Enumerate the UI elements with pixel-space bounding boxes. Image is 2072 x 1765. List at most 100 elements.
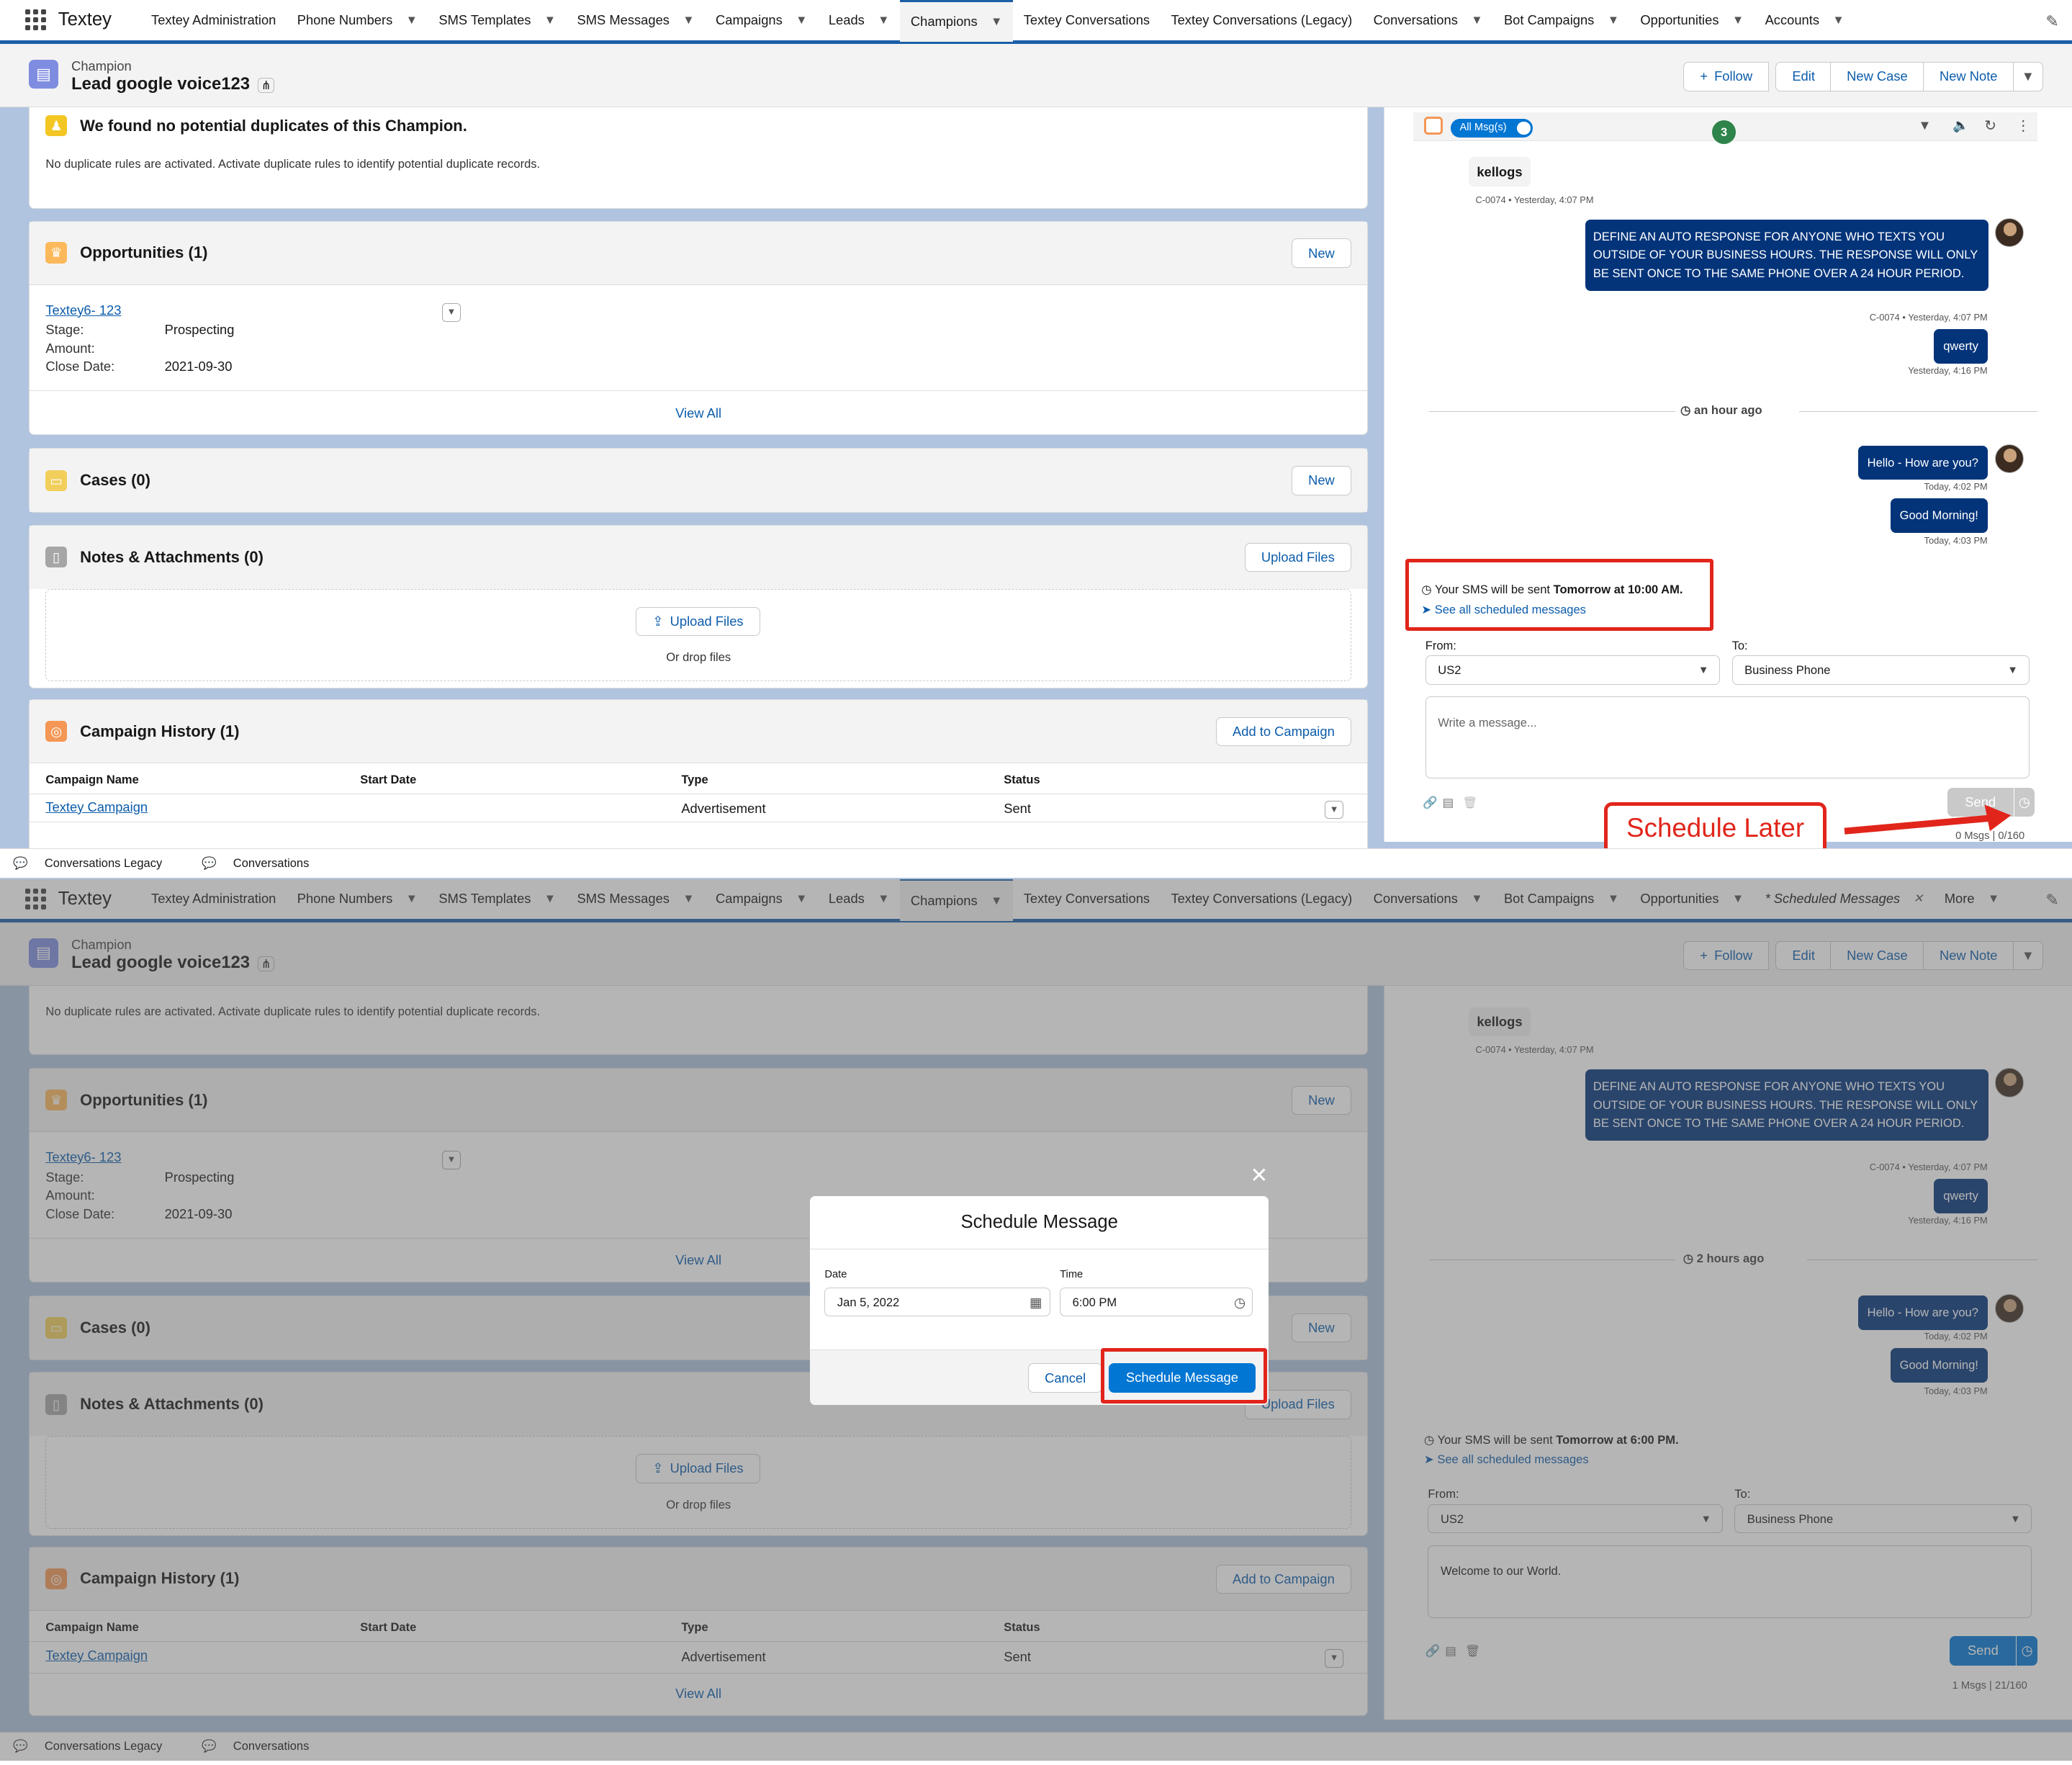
opportunities-title: Opportunities (1) xyxy=(80,243,208,262)
chevron-down-icon[interactable]: ▼ xyxy=(1732,13,1744,27)
row-actions-icon[interactable]: ▼ xyxy=(1325,800,1343,819)
chat-app-icon xyxy=(1423,116,1443,135)
schedule-later-annotation: Schedule Later xyxy=(1604,802,1826,855)
add-to-campaign-button[interactable]: Add to Campaign xyxy=(1216,717,1351,747)
view-all-opportunities[interactable]: View All xyxy=(30,405,1366,421)
chevron-down-icon[interactable]: ▼ xyxy=(1471,13,1482,27)
speaker-icon[interactable]: 🔈 xyxy=(1952,117,1969,133)
cases-title: Cases (0) xyxy=(80,471,150,490)
stage-value: Prospecting xyxy=(164,322,235,338)
tab-textey-conversations-legacy[interactable]: Textey Conversations (Legacy) xyxy=(1161,0,1363,42)
new-case-button[interactable]: New Case xyxy=(1830,62,1924,91)
refresh-icon[interactable]: ↻ xyxy=(1984,117,1996,135)
message-meta: Yesterday, 4:16 PM xyxy=(1908,364,1988,376)
chevron-down-icon[interactable]: ▼ xyxy=(1832,13,1844,27)
opportunities-header: ♛ Opportunities (1) New xyxy=(30,221,1367,285)
tab-textey-conversations[interactable]: Textey Conversations xyxy=(1013,0,1161,42)
date-input[interactable]: Jan 5, 2022 ▦ xyxy=(824,1287,1051,1317)
modal-close-icon[interactable]: ✕ xyxy=(1250,1163,1268,1188)
campaign-history-card: ◎ Campaign History (1) Add to Campaign C… xyxy=(29,699,1368,858)
col-type: Type xyxy=(681,772,708,786)
follow-button[interactable]: + Follow xyxy=(1683,62,1770,91)
date-label: Date xyxy=(824,1269,847,1281)
contact-bubble: kellogs xyxy=(1469,157,1531,187)
tab-phone-numbers[interactable]: Phone Numbers ▼ xyxy=(287,0,428,42)
chevron-down-icon[interactable]: ▼ xyxy=(683,13,694,27)
edit-nav-icon[interactable]: ✎ xyxy=(2045,12,2058,31)
chevron-down-icon[interactable]: ▼ xyxy=(878,13,889,27)
contact-meta: C-0074 • Yesterday, 4:07 PM xyxy=(1475,194,1594,205)
time-input[interactable]: 6:00 PM ◷ xyxy=(1060,1287,1253,1317)
file-drop-zone[interactable]: ⇪ Upload Files Or drop files xyxy=(45,588,1351,682)
upload-icon: ⇪ xyxy=(652,613,664,629)
utility-bar: 💬 Conversations Legacy 💬 Conversations xyxy=(0,848,2072,878)
tab-champions[interactable]: Champions ▼ xyxy=(900,0,1014,42)
utility-conversations-legacy[interactable]: 💬 Conversations Legacy xyxy=(13,856,175,871)
all-msgs-toggle[interactable]: All Msg(s) xyxy=(1450,119,1533,138)
chat-panel: All Msg(s) 3 ▼ 🔈 ↻ ⋮ kellogs C-0074 • Ye… xyxy=(1383,107,2072,843)
notes-card: ▯ Notes & Attachments (0) Upload Files ⇪… xyxy=(29,524,1368,689)
tab-bot-campaigns[interactable]: Bot Campaigns ▼ xyxy=(1493,0,1629,42)
chevron-down-icon[interactable]: ▼ xyxy=(544,13,556,27)
more-icon[interactable]: ⋮ xyxy=(2016,117,2030,135)
attach-icon[interactable]: 🔗 xyxy=(1423,796,1438,810)
new-opportunity-button[interactable]: New xyxy=(1292,238,1351,268)
tab-textey-administration[interactable]: Textey Administration xyxy=(140,0,287,42)
new-case-card-button[interactable]: New xyxy=(1292,466,1351,495)
campaign-status: Sent xyxy=(1004,800,1031,816)
to-select[interactable]: Business Phone ▼ xyxy=(1731,655,2030,685)
utility-conversations[interactable]: 💬 Conversations xyxy=(202,856,322,871)
calendar-icon[interactable]: ▦ xyxy=(1030,1288,1042,1317)
duplicate-icon: ♟ xyxy=(45,114,67,137)
from-select[interactable]: US2 ▼ xyxy=(1425,655,1721,685)
message-input[interactable]: Write a message... xyxy=(1425,696,2030,779)
record-type: Champion xyxy=(71,58,132,73)
tab-accounts[interactable]: Accounts ▼ xyxy=(1755,0,1855,42)
cancel-button[interactable]: Cancel xyxy=(1028,1363,1103,1393)
stage-label: Stage: xyxy=(45,322,84,338)
clock-icon[interactable]: ◷ xyxy=(1234,1288,1246,1317)
message-meta: Today, 4:02 PM xyxy=(1924,481,1988,493)
new-note-button[interactable]: New Note xyxy=(1922,62,2014,91)
document-icon: ▯ xyxy=(45,547,67,568)
tab-conversations[interactable]: Conversations ▼ xyxy=(1363,0,1493,42)
filter-icon[interactable]: ▼ xyxy=(1918,117,1931,133)
template-icon[interactable]: ▤ xyxy=(1443,796,1454,810)
tab-sms-templates[interactable]: SMS Templates ▼ xyxy=(428,0,567,42)
tab-sms-messages[interactable]: SMS Messages ▼ xyxy=(567,0,706,42)
time-label: Time xyxy=(1060,1269,1084,1281)
from-label: From: xyxy=(1425,638,1456,652)
record-actions: + Follow Edit New Case New Note ▼ xyxy=(1683,62,2043,91)
upload-files-inner-button[interactable]: ⇪ Upload Files xyxy=(636,606,760,637)
col-status: Status xyxy=(1004,772,1040,786)
campaign-link[interactable]: Textey Campaign xyxy=(45,799,148,815)
tab-leads[interactable]: Leads ▼ xyxy=(818,0,900,42)
edit-button[interactable]: Edit xyxy=(1775,62,1832,91)
hierarchy-icon[interactable]: ⋔ xyxy=(258,77,275,93)
chevron-down-icon[interactable]: ▼ xyxy=(796,13,807,27)
upload-files-button[interactable]: Upload Files xyxy=(1244,542,1351,572)
app-launcher-icon[interactable] xyxy=(24,9,47,31)
message-meta: C-0074 • Yesterday, 4:07 PM xyxy=(1869,312,1988,323)
crown-icon: ♛ xyxy=(45,242,67,264)
chevron-down-icon[interactable]: ▼ xyxy=(1608,13,1619,27)
tab-campaigns[interactable]: Campaigns ▼ xyxy=(705,0,818,42)
record-header: ▤ Champion Lead google voice123 ⋔ + Follow… xyxy=(0,43,2072,107)
chevron-down-icon[interactable]: ▼ xyxy=(991,14,1002,29)
chevron-down-icon[interactable]: ▼ xyxy=(406,13,418,27)
amount-label: Amount: xyxy=(45,340,95,356)
chevron-down-icon: ▼ xyxy=(2021,68,2035,84)
outgoing-message: Hello - How are you? xyxy=(1857,445,1988,480)
message-meta: Today, 4:03 PM xyxy=(1924,535,1988,547)
modal-title: Schedule Message xyxy=(810,1196,1269,1249)
row-actions-icon[interactable]: ▼ xyxy=(442,303,461,323)
opportunities-card: ♛ Opportunities (1) New Textey6- 123 ▼ S… xyxy=(29,220,1368,435)
avatar xyxy=(1994,444,2024,474)
delete-icon[interactable]: 🗑 xyxy=(1462,796,1477,810)
briefcase-icon: ▭ xyxy=(45,470,67,491)
target-icon: ◎ xyxy=(45,720,67,742)
tab-opportunities[interactable]: Opportunities ▼ xyxy=(1630,0,1755,42)
more-actions-button[interactable]: ▼ xyxy=(2012,62,2043,91)
opportunity-link[interactable]: Textey6- 123 xyxy=(45,302,121,318)
frame-bottom: Textey Textey Administration Phone Numbe… xyxy=(0,879,2072,1761)
